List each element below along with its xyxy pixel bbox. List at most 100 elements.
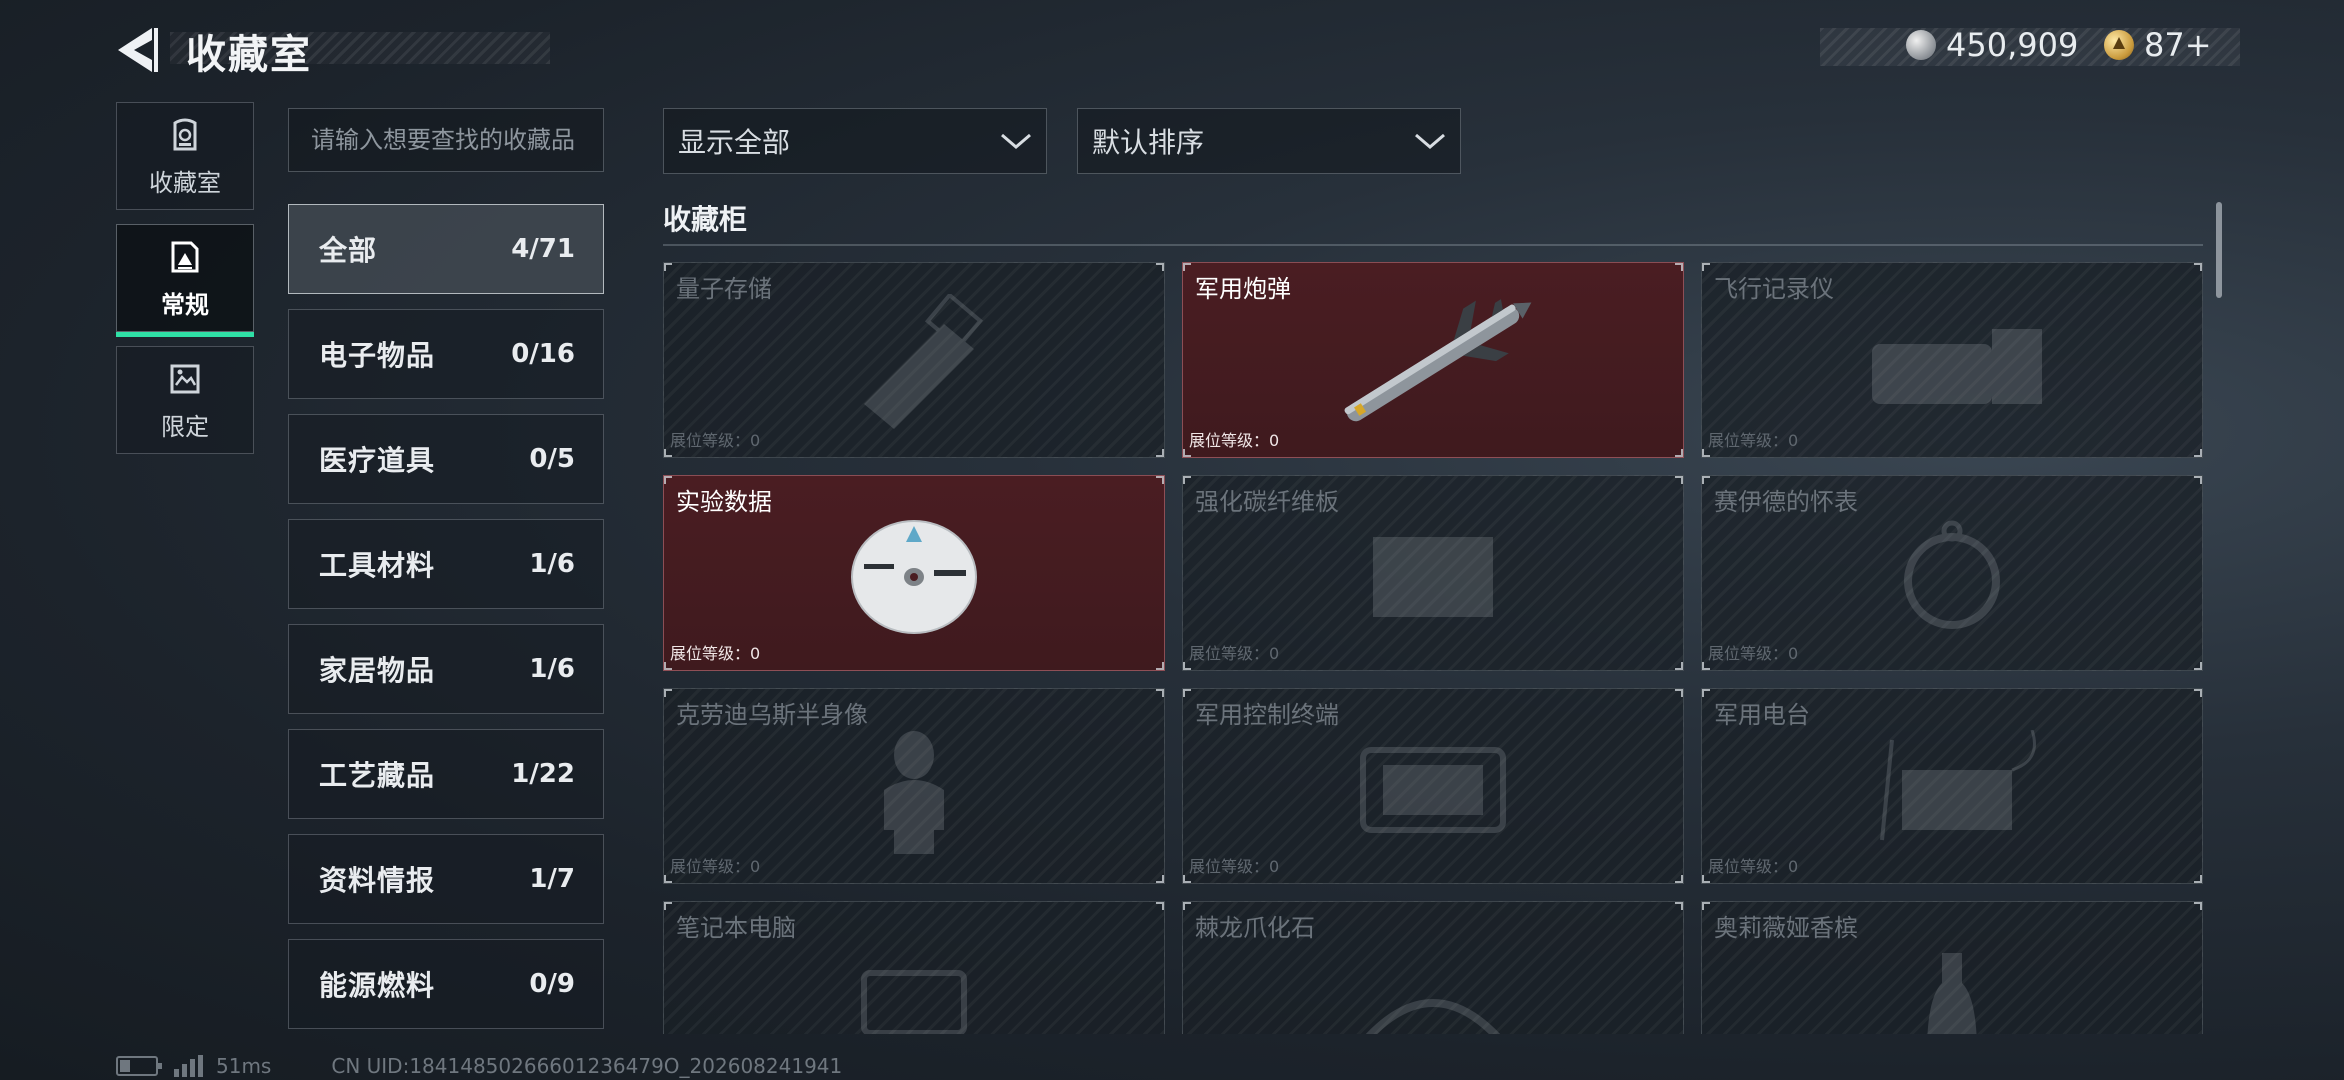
- side-nav-regular[interactable]: 常规: [116, 224, 254, 337]
- category-energy[interactable]: 能源燃料 0/9: [288, 939, 604, 1029]
- category-household[interactable]: 家居物品 1/6: [288, 624, 604, 714]
- missile-icon: [1344, 299, 1532, 422]
- uid-text: CN UID:18414850266601236479O_20260824194…: [331, 1054, 843, 1078]
- card-level: 展位等级：0: [670, 857, 761, 876]
- card-name: 奥莉薇娅香槟: [1714, 914, 1858, 942]
- card-name: 克劳迪乌斯半身像: [676, 701, 868, 729]
- currency-primary-value: 450,909: [1946, 26, 2079, 64]
- card-name: 赛伊德的怀表: [1714, 488, 1858, 516]
- laptop-icon: [861, 969, 967, 1034]
- flight-recorder-icon: [1872, 328, 2042, 404]
- champagne-icon: [1927, 952, 1977, 1034]
- category-name: 全部: [319, 234, 378, 267]
- category-count: 1/6: [529, 654, 575, 684]
- collection-card[interactable]: 军用控制终端 展位等级：0: [1182, 688, 1684, 884]
- category-crafts[interactable]: 工艺藏品 1/22: [288, 729, 604, 819]
- category-count: 1/7: [529, 864, 575, 894]
- military-radio-icon: [1880, 729, 2036, 841]
- category-count: 1/22: [511, 759, 575, 789]
- category-name: 资料情报: [319, 864, 436, 897]
- card-level: 展位等级：0: [1708, 431, 1799, 450]
- collection-card[interactable]: 奥莉薇娅香槟: [1701, 901, 2203, 1034]
- signal-icon: [174, 1055, 206, 1077]
- currency-secondary-value: 87+: [2144, 26, 2212, 64]
- chevron-down-icon: [1415, 133, 1445, 149]
- card-level: 展位等级：0: [670, 431, 761, 450]
- side-nav-label: 限定: [161, 412, 209, 441]
- currency-secondary[interactable]: 87+: [2104, 26, 2212, 64]
- cabinet-grid: 量子存储 展位等级：0 军用炮弹 展位等级：0 飞行记录仪 展位等级：0 实验数…: [663, 262, 2203, 1034]
- collection-card[interactable]: 强化碳纤维板 展位等级：0: [1182, 475, 1684, 671]
- display-filter-dropdown[interactable]: 显示全部: [663, 108, 1047, 174]
- card-level: 展位等级：0: [1708, 644, 1799, 663]
- side-nav: 收藏室 常规 限定: [116, 102, 256, 468]
- scrollbar-thumb[interactable]: [2216, 202, 2222, 298]
- category-name: 能源燃料: [319, 969, 436, 1002]
- cabinet-title: 收藏柜: [663, 203, 748, 236]
- card-name: 量子存储: [676, 275, 772, 303]
- divider: [663, 244, 2203, 246]
- category-name: 医疗道具: [319, 444, 436, 477]
- gold-coin-icon: [2104, 30, 2134, 60]
- side-nav-label: 收藏室: [149, 168, 221, 197]
- collection-card[interactable]: 量子存储 展位等级：0: [663, 262, 1165, 458]
- vault-icon: [173, 118, 197, 150]
- search-input[interactable]: [288, 108, 604, 172]
- category-tools[interactable]: 工具材料 1/6: [288, 519, 604, 609]
- cd-disc-icon: [851, 519, 977, 634]
- card-level: 展位等级：0: [1189, 431, 1280, 450]
- collection-card[interactable]: 笔记本电脑: [663, 901, 1165, 1034]
- card-name: 棘龙爪化石: [1195, 914, 1315, 942]
- page-title: 收藏室: [186, 32, 312, 78]
- bust-statue-icon: [884, 730, 944, 854]
- category-list: 全部 4/71 电子物品 0/16 医疗道具 0/5 工具材料 1/6 家居物品…: [288, 204, 604, 1044]
- side-nav-label: 常规: [161, 290, 209, 319]
- chevron-down-icon: [1001, 133, 1031, 149]
- battery-icon: [116, 1056, 162, 1076]
- usb-drive-icon: [864, 293, 984, 429]
- category-name: 家居物品: [319, 654, 436, 687]
- carbon-plate-icon: [1373, 536, 1493, 617]
- sort-dropdown[interactable]: 默认排序: [1077, 108, 1461, 174]
- category-all[interactable]: 全部 4/71: [288, 204, 604, 294]
- category-name: 工具材料: [319, 549, 436, 582]
- regular-collection-icon: [171, 241, 199, 272]
- category-count: 1/6: [529, 549, 575, 579]
- category-count: 4/71: [511, 234, 575, 264]
- category-name: 工艺藏品: [319, 759, 436, 792]
- category-count: 0/16: [511, 339, 575, 369]
- collection-card[interactable]: 棘龙爪化石: [1182, 901, 1684, 1034]
- card-name: 军用炮弹: [1195, 275, 1291, 303]
- collection-card[interactable]: 军用炮弹 展位等级：0: [1182, 262, 1684, 458]
- card-level: 展位等级：0: [670, 644, 761, 663]
- category-medical[interactable]: 医疗道具 0/5: [288, 414, 604, 504]
- card-level: 展位等级：0: [1189, 644, 1280, 663]
- card-name: 实验数据: [676, 488, 772, 516]
- pocket-watch-icon: [1904, 520, 2000, 629]
- category-intel[interactable]: 资料情报 1/7: [288, 834, 604, 924]
- display-filter-label: 显示全部: [678, 126, 791, 159]
- ping-text: 51ms: [216, 1054, 272, 1078]
- silver-coin-icon: [1906, 30, 1936, 60]
- category-count: 0/9: [529, 969, 575, 999]
- limited-collection-icon: [170, 364, 200, 393]
- card-name: 飞行记录仪: [1714, 275, 1834, 303]
- side-nav-limited[interactable]: 限定: [116, 346, 254, 454]
- card-level: 展位等级：0: [1189, 857, 1280, 876]
- card-name: 军用电台: [1714, 701, 1810, 729]
- card-name: 笔记本电脑: [676, 914, 796, 942]
- status-footer: 51ms CN UID:18414850266601236479O_202608…: [116, 1054, 842, 1078]
- back-button[interactable]: [112, 22, 160, 78]
- category-name: 电子物品: [319, 339, 436, 372]
- collection-card[interactable]: 军用电台 展位等级：0: [1701, 688, 2203, 884]
- collection-card[interactable]: 实验数据 展位等级：0: [663, 475, 1165, 671]
- side-nav-vault[interactable]: 收藏室: [116, 102, 254, 210]
- claw-fossil-icon: [1365, 998, 1501, 1034]
- category-electronics[interactable]: 电子物品 0/16: [288, 309, 604, 399]
- collection-card[interactable]: 克劳迪乌斯半身像 展位等级：0: [663, 688, 1165, 884]
- back-arrow-icon: [118, 28, 158, 72]
- currency-primary[interactable]: 450,909: [1906, 26, 2078, 64]
- collection-card[interactable]: 飞行记录仪 展位等级：0: [1701, 262, 2203, 458]
- sort-label: 默认排序: [1092, 126, 1205, 159]
- collection-card[interactable]: 赛伊德的怀表 展位等级：0: [1701, 475, 2203, 671]
